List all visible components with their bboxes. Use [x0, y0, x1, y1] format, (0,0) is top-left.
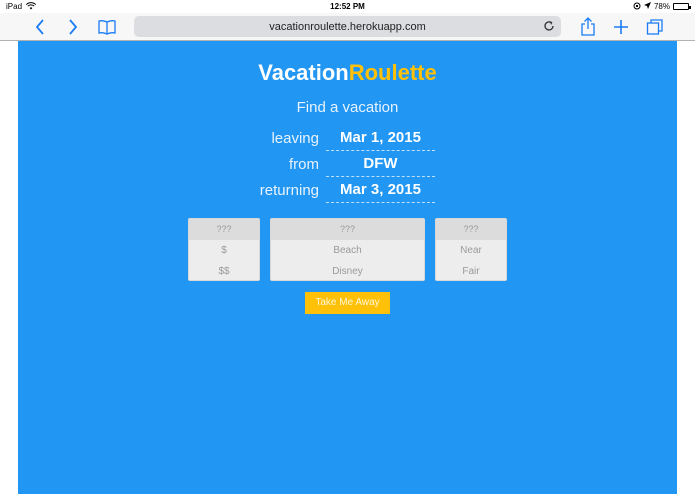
chevron-left-icon[interactable] — [30, 17, 50, 37]
trip-row-from: from DFW — [18, 153, 677, 179]
page-content: VacationRoulette Find a vacation leaving… — [18, 41, 677, 494]
picker-option[interactable]: Beach — [271, 240, 424, 261]
type-picker[interactable]: ??? Beach Disney — [270, 218, 425, 281]
ios-status-bar: iPad 12:52 PM 78% — [0, 0, 695, 13]
picker-option[interactable]: Near — [436, 240, 506, 261]
reload-icon[interactable] — [543, 20, 555, 32]
picker-option[interactable]: $ — [189, 240, 259, 261]
picker-header: ??? — [189, 219, 259, 240]
battery-icon — [673, 3, 691, 10]
browser-toolbar: vacationroulette.herokuapp.com — [0, 13, 695, 41]
trip-row-leaving: leaving Mar 1, 2015 — [18, 127, 677, 153]
price-picker[interactable]: ??? $ $$ — [188, 218, 260, 281]
plus-icon[interactable] — [611, 17, 631, 37]
picker-option[interactable]: Fair — [436, 261, 506, 280]
url-text: vacationroulette.herokuapp.com — [269, 20, 426, 33]
site-title-accent: Roulette — [348, 60, 437, 85]
trip-row-returning: returning Mar 3, 2015 — [18, 179, 677, 205]
tagline: Find a vacation — [296, 99, 399, 116]
leaving-date-field[interactable]: Mar 1, 2015 — [326, 127, 435, 151]
picker-header: ??? — [271, 219, 424, 240]
tabs-icon[interactable] — [645, 17, 665, 37]
picker-option[interactable]: Disney — [271, 261, 424, 280]
picker-header: ??? — [436, 219, 506, 240]
returning-label: returning — [259, 182, 319, 199]
url-bar[interactable]: vacationroulette.herokuapp.com — [134, 16, 561, 37]
leaving-label: leaving — [271, 130, 319, 147]
from-label: from — [289, 156, 319, 173]
distance-picker[interactable]: ??? Near Fair — [435, 218, 507, 281]
chevron-right-icon[interactable] — [63, 17, 83, 37]
picker-option[interactable]: $$ — [189, 261, 259, 280]
returning-date-field[interactable]: Mar 3, 2015 — [326, 179, 435, 203]
site-title: VacationRoulette — [18, 60, 677, 86]
share-icon[interactable] — [578, 17, 598, 37]
take-me-away-button[interactable]: Take Me Away — [305, 292, 390, 314]
origin-field[interactable]: DFW — [326, 153, 435, 177]
book-icon[interactable] — [97, 17, 117, 37]
site-title-primary: Vacation — [258, 60, 349, 85]
status-time: 12:52 PM — [330, 2, 365, 11]
